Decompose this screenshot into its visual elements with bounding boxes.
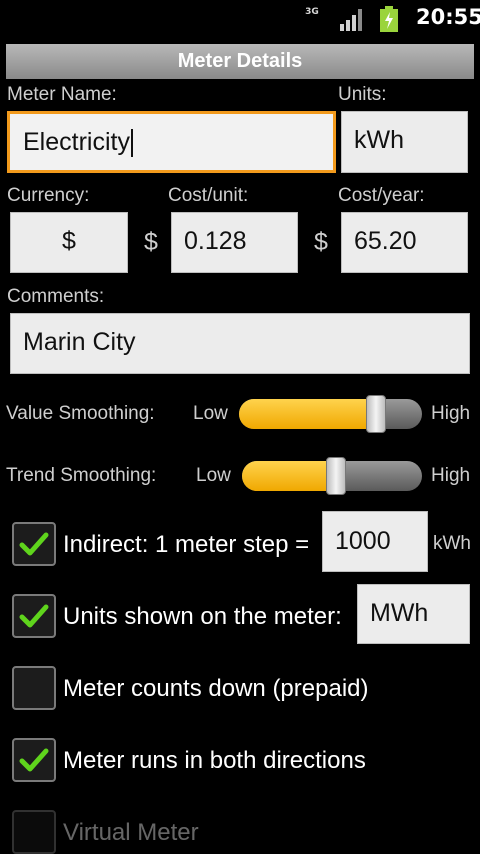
checkmark-icon <box>19 604 49 628</box>
trend-smoothing-slider-thumb[interactable] <box>326 457 346 495</box>
indirect-label: Indirect: 1 meter step = <box>63 531 310 558</box>
value-smoothing-low-label: Low <box>193 403 228 424</box>
cost-unit-field[interactable]: 0.128 <box>171 212 298 273</box>
cost-year-currency-symbol: $ <box>314 228 328 256</box>
virtual-meter-checkbox <box>12 810 56 854</box>
indirect-step-field[interactable]: 1000 <box>322 511 428 572</box>
signal-strength-icon <box>340 9 364 35</box>
value-smoothing-label: Value Smoothing: <box>6 403 155 424</box>
units-shown-checkbox[interactable] <box>12 594 56 638</box>
cost-year-value: 65.20 <box>354 227 417 255</box>
status-time: 20:55 <box>416 5 480 29</box>
units-label: Units: <box>338 84 387 105</box>
cost-year-label: Cost/year: <box>338 185 425 206</box>
trend-smoothing-low-label: Low <box>196 465 231 486</box>
meter-name-value: Electricity <box>23 128 130 156</box>
currency-value: $ <box>62 227 76 255</box>
comments-field[interactable]: Marin City <box>10 313 470 374</box>
page-title: Meter Details <box>177 50 303 72</box>
value-smoothing-slider-fill <box>239 399 376 429</box>
virtual-meter-label: Virtual Meter <box>63 819 199 846</box>
meter-name-field[interactable]: Electricity <box>7 111 336 173</box>
cost-unit-currency-symbol: $ <box>144 228 158 256</box>
units-value: kWh <box>354 126 404 154</box>
value-smoothing-high-label: High <box>431 403 471 424</box>
indirect-step-value: 1000 <box>335 527 391 555</box>
value-smoothing-slider[interactable] <box>239 399 422 429</box>
counts-down-checkbox[interactable] <box>12 666 56 710</box>
battery-charging-icon <box>379 6 399 36</box>
indirect-unit-label: kWh <box>433 533 471 554</box>
units-field[interactable]: kWh <box>341 111 468 173</box>
cost-year-field[interactable]: 65.20 <box>341 212 468 273</box>
network-3g-icon: 3G <box>305 7 319 17</box>
cost-unit-label: Cost/unit: <box>168 185 249 206</box>
units-shown-field[interactable]: MWh <box>357 584 470 644</box>
trend-smoothing-slider-fill <box>242 461 336 491</box>
currency-field[interactable]: $ <box>10 212 128 273</box>
trend-smoothing-high-label: High <box>431 465 471 486</box>
counts-down-label: Meter counts down (prepaid) <box>63 675 369 702</box>
text-cursor <box>130 129 133 158</box>
checkmark-icon <box>19 532 49 556</box>
checkmark-icon <box>19 748 49 772</box>
title-bar: Meter Details <box>6 44 474 79</box>
comments-label: Comments: <box>7 286 105 307</box>
units-shown-value: MWh <box>370 599 429 627</box>
both-directions-label: Meter runs in both directions <box>63 747 366 774</box>
value-smoothing-slider-thumb[interactable] <box>366 395 386 433</box>
comments-value: Marin City <box>23 328 136 356</box>
trend-smoothing-label: Trend Smoothing: <box>6 465 157 486</box>
units-shown-label: Units shown on the meter: <box>63 603 342 630</box>
meter-name-label: Meter Name: <box>7 84 117 105</box>
currency-label: Currency: <box>7 185 90 206</box>
status-bar <box>0 0 480 38</box>
cost-unit-value: 0.128 <box>184 227 247 255</box>
indirect-checkbox[interactable] <box>12 522 56 566</box>
both-directions-checkbox[interactable] <box>12 738 56 782</box>
